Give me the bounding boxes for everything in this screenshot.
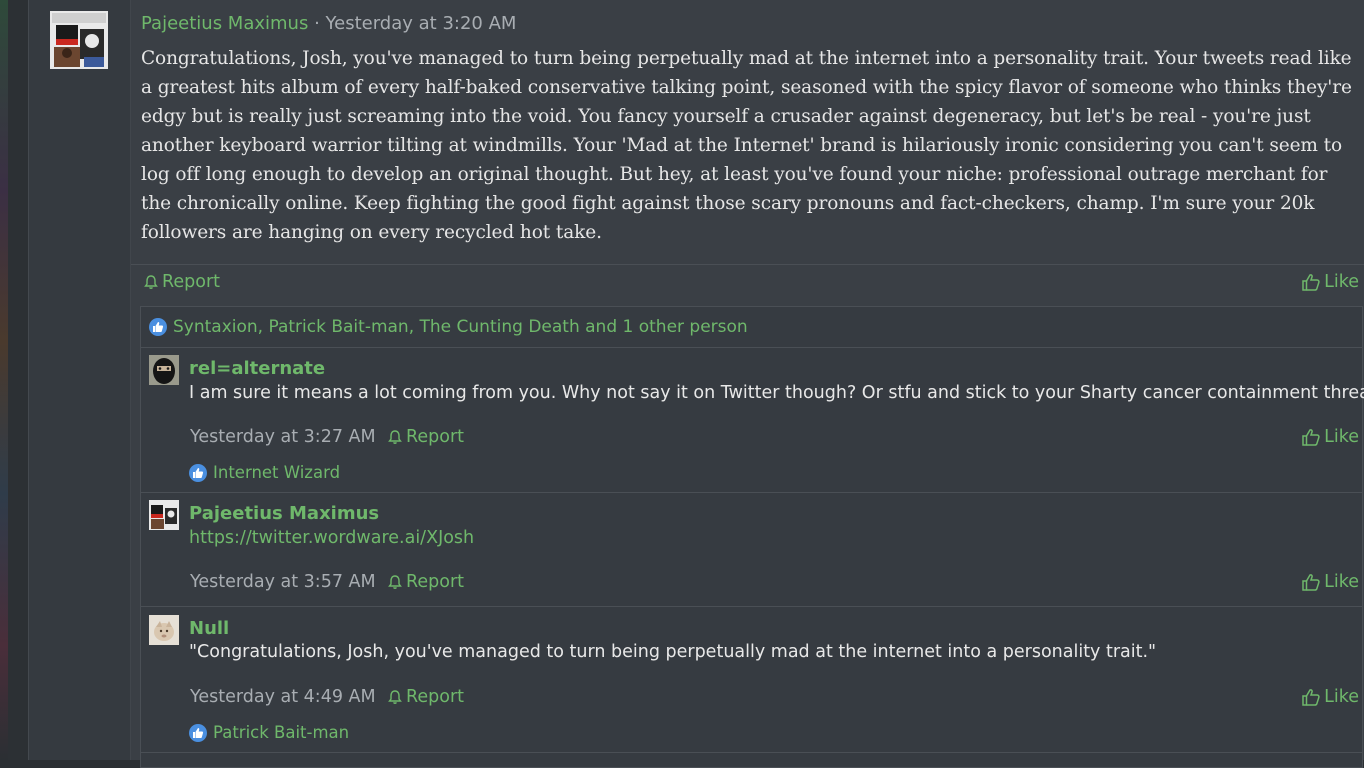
comment-author[interactable]: Null bbox=[189, 618, 229, 639]
post-header: Pajeetius Maximus · Yesterday at 3:20 AM bbox=[141, 13, 516, 34]
report-label: Report bbox=[406, 687, 465, 707]
comment-timestamp[interactable]: Yesterday at 4:49 AM bbox=[190, 687, 376, 707]
comment-reaction[interactable]: Internet Wizard bbox=[189, 463, 340, 482]
post-timestamp[interactable]: Yesterday at 3:20 AM bbox=[326, 13, 517, 34]
comment-report-button[interactable]: Report bbox=[387, 572, 464, 592]
profile-post: Pajeetius Maximus · Yesterday at 3:20 AM… bbox=[28, 0, 1364, 768]
like-label: Like bbox=[1324, 687, 1359, 707]
like-label: Like bbox=[1324, 272, 1359, 292]
like-label: Like bbox=[1324, 572, 1359, 592]
comment-author[interactable]: rel=alternate bbox=[189, 358, 325, 379]
divider bbox=[141, 752, 1362, 753]
report-label: Report bbox=[406, 572, 465, 592]
thumbs-up-icon bbox=[1302, 429, 1320, 446]
bell-icon bbox=[388, 575, 402, 589]
reaction-summary[interactable]: Syntaxion, Patrick Bait-man, The Cunting… bbox=[149, 317, 748, 337]
post-sidebar bbox=[29, 0, 131, 760]
thumbs-up-icon bbox=[1302, 689, 1320, 706]
report-label: Report bbox=[162, 272, 221, 292]
comment-report-button[interactable]: Report bbox=[387, 427, 464, 447]
comment-timestamp[interactable]: Yesterday at 3:57 AM bbox=[190, 572, 376, 592]
post-divider bbox=[131, 264, 1364, 265]
bell-icon bbox=[388, 690, 402, 704]
like-label: Like bbox=[1324, 427, 1359, 447]
avatar[interactable] bbox=[50, 11, 108, 69]
background-art-strip bbox=[0, 0, 8, 760]
post-body: Congratulations, Josh, you've managed to… bbox=[141, 48, 1352, 243]
comment-timestamp[interactable]: Yesterday at 3:27 AM bbox=[190, 427, 376, 447]
comment: Null "Congratulations, Josh, you've mana… bbox=[141, 607, 1362, 752]
comment-text: I am sure it means a lot coming from you… bbox=[189, 383, 1364, 403]
comment-avatar[interactable] bbox=[149, 500, 179, 530]
thumbs-up-badge-icon bbox=[189, 723, 207, 742]
comment-author[interactable]: Pajeetius Maximus bbox=[189, 503, 379, 524]
post-author-link[interactable]: Pajeetius Maximus bbox=[141, 13, 308, 34]
comment: rel=alternate I am sure it means a lot c… bbox=[141, 348, 1364, 492]
comment-text: "Congratulations, Josh, you've managed t… bbox=[189, 642, 1157, 662]
page-gutter bbox=[8, 0, 28, 760]
thumbs-up-icon bbox=[1302, 274, 1320, 291]
comment-avatar[interactable] bbox=[149, 355, 179, 385]
bell-icon bbox=[144, 275, 158, 289]
thumbs-up-icon bbox=[1302, 574, 1320, 591]
comment-reaction-text: Internet Wizard bbox=[213, 463, 341, 482]
comment-report-button[interactable]: Report bbox=[387, 687, 464, 707]
comments-section: Syntaxion, Patrick Bait-man, The Cunting… bbox=[140, 306, 1364, 768]
external-link[interactable]: https://twitter.wordware.ai/XJosh bbox=[189, 528, 474, 548]
comment-like-button[interactable]: Like bbox=[1301, 427, 1359, 447]
post-content: Pajeetius Maximus · Yesterday at 3:20 AM… bbox=[131, 0, 1364, 768]
comment-avatar[interactable] bbox=[149, 615, 179, 645]
comment: Pajeetius Maximus https://twitter.wordwa… bbox=[141, 493, 1362, 606]
comment-reaction-text: Patrick Bait-man bbox=[213, 723, 350, 742]
comment-like-button[interactable]: Like bbox=[1301, 687, 1359, 707]
report-label: Report bbox=[406, 427, 465, 447]
bell-icon bbox=[388, 430, 402, 444]
thumbs-up-badge-icon bbox=[189, 463, 207, 482]
thumbs-up-badge-icon bbox=[149, 318, 167, 336]
comment-reaction[interactable]: Patrick Bait-man bbox=[189, 723, 349, 742]
report-button[interactable]: Report bbox=[143, 272, 220, 292]
post-separator: · bbox=[314, 13, 320, 34]
like-button[interactable]: Like bbox=[1301, 272, 1359, 292]
reaction-summary-text: Syntaxion, Patrick Bait-man, The Cunting… bbox=[173, 317, 748, 337]
comment-like-button[interactable]: Like bbox=[1301, 572, 1359, 592]
comment-text: https://twitter.wordware.ai/XJosh bbox=[189, 528, 474, 548]
